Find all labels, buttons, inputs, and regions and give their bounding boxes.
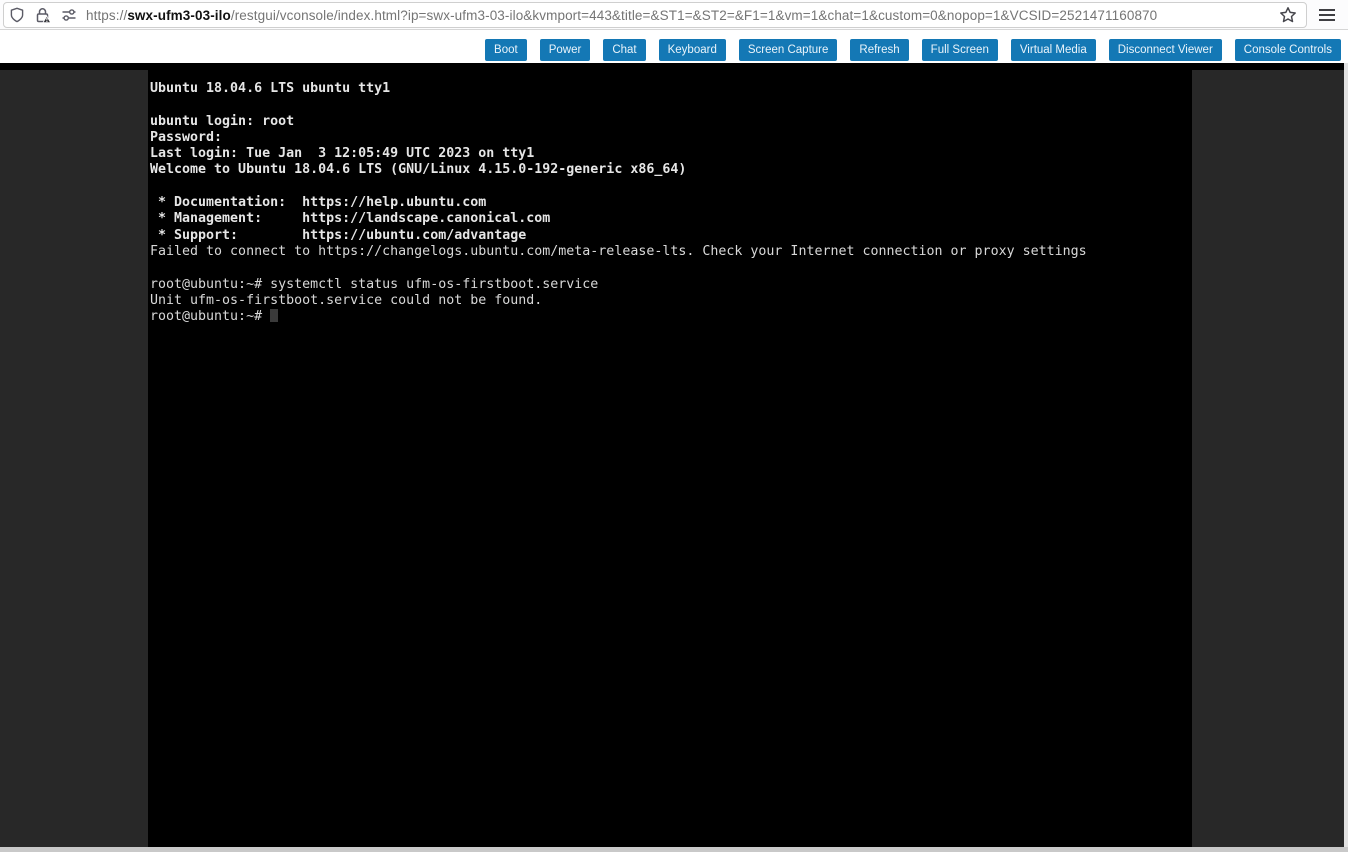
terminal-line: * Documentation: https://help.ubuntu.com bbox=[150, 195, 1192, 211]
url-input[interactable]: https://swx-ufm3-03-ilo/restgui/vconsole… bbox=[3, 2, 1307, 28]
toolbar-button-keyboard[interactable]: Keyboard bbox=[659, 39, 726, 61]
terminal-line: root@ubuntu:~# bbox=[150, 309, 1192, 325]
terminal-line: * Support: https://ubuntu.com/advantage bbox=[150, 228, 1192, 244]
toolbar-button-power[interactable]: Power bbox=[540, 39, 591, 61]
url-path: /restgui/vconsole/index.html?ip=swx-ufm3… bbox=[231, 8, 1157, 23]
url-text: https://swx-ufm3-03-ilo/restgui/vconsole… bbox=[82, 8, 1273, 23]
toolbar-button-refresh[interactable]: Refresh bbox=[850, 39, 908, 61]
terminal-cursor bbox=[270, 309, 278, 322]
terminal-output: Ubuntu 18.04.6 LTS ubuntu tty1 ubuntu log… bbox=[148, 63, 1192, 325]
browser-address-bar: https://swx-ufm3-03-ilo/restgui/vconsole… bbox=[0, 0, 1348, 30]
terminal-line: Failed to connect to https://changelogs.… bbox=[150, 244, 1192, 260]
terminal-line: root@ubuntu:~# systemctl status ufm-os-f… bbox=[150, 277, 1192, 293]
terminal-line bbox=[150, 97, 1192, 113]
terminal-line: Ubuntu 18.04.6 LTS ubuntu tty1 bbox=[150, 81, 1192, 97]
console-toolbar: Boot Power Chat Keyboard Screen Capture Refre… bbox=[0, 31, 1348, 63]
terminal-line: * Management: https://landscape.canonica… bbox=[150, 211, 1192, 227]
url-domain: swx-ufm3-03-ilo bbox=[127, 8, 231, 23]
terminal-line bbox=[150, 260, 1192, 276]
lock-warning-icon[interactable] bbox=[30, 3, 56, 27]
shield-icon[interactable] bbox=[4, 3, 30, 27]
terminal-line: Password: bbox=[150, 130, 1192, 146]
toolbar-button-virtual-media[interactable]: Virtual Media bbox=[1011, 39, 1096, 61]
vertical-scrollbar[interactable] bbox=[1344, 63, 1348, 847]
terminal-line: Welcome to Ubuntu 18.04.6 LTS (GNU/Linux… bbox=[150, 162, 1192, 178]
url-scheme: https:// bbox=[86, 8, 127, 23]
terminal-line: ubuntu login: root bbox=[150, 114, 1192, 130]
horizontal-scrollbar[interactable] bbox=[0, 847, 1348, 852]
bookmark-star-icon[interactable] bbox=[1273, 6, 1306, 24]
toolbar-button-chat[interactable]: Chat bbox=[603, 39, 645, 61]
toolbar-button-full-screen[interactable]: Full Screen bbox=[922, 39, 998, 61]
sliders-icon[interactable] bbox=[56, 3, 82, 27]
toolbar-button-boot[interactable]: Boot bbox=[485, 39, 527, 61]
toolbar-button-screen-capture[interactable]: Screen Capture bbox=[739, 39, 838, 61]
terminal-line bbox=[150, 179, 1192, 195]
menu-icon[interactable] bbox=[1312, 4, 1342, 26]
toolbar-button-disconnect-viewer[interactable]: Disconnect Viewer bbox=[1109, 39, 1222, 61]
terminal-screen[interactable]: Ubuntu 18.04.6 LTS ubuntu tty1 ubuntu log… bbox=[148, 63, 1192, 847]
terminal-line: Last login: Tue Jan 3 12:05:49 UTC 2023 … bbox=[150, 146, 1192, 162]
terminal-line: Unit ufm-os-firstboot.service could not … bbox=[150, 293, 1192, 309]
toolbar-button-console-controls[interactable]: Console Controls bbox=[1235, 39, 1341, 61]
console-viewport: Ubuntu 18.04.6 LTS ubuntu tty1 ubuntu log… bbox=[0, 63, 1348, 852]
